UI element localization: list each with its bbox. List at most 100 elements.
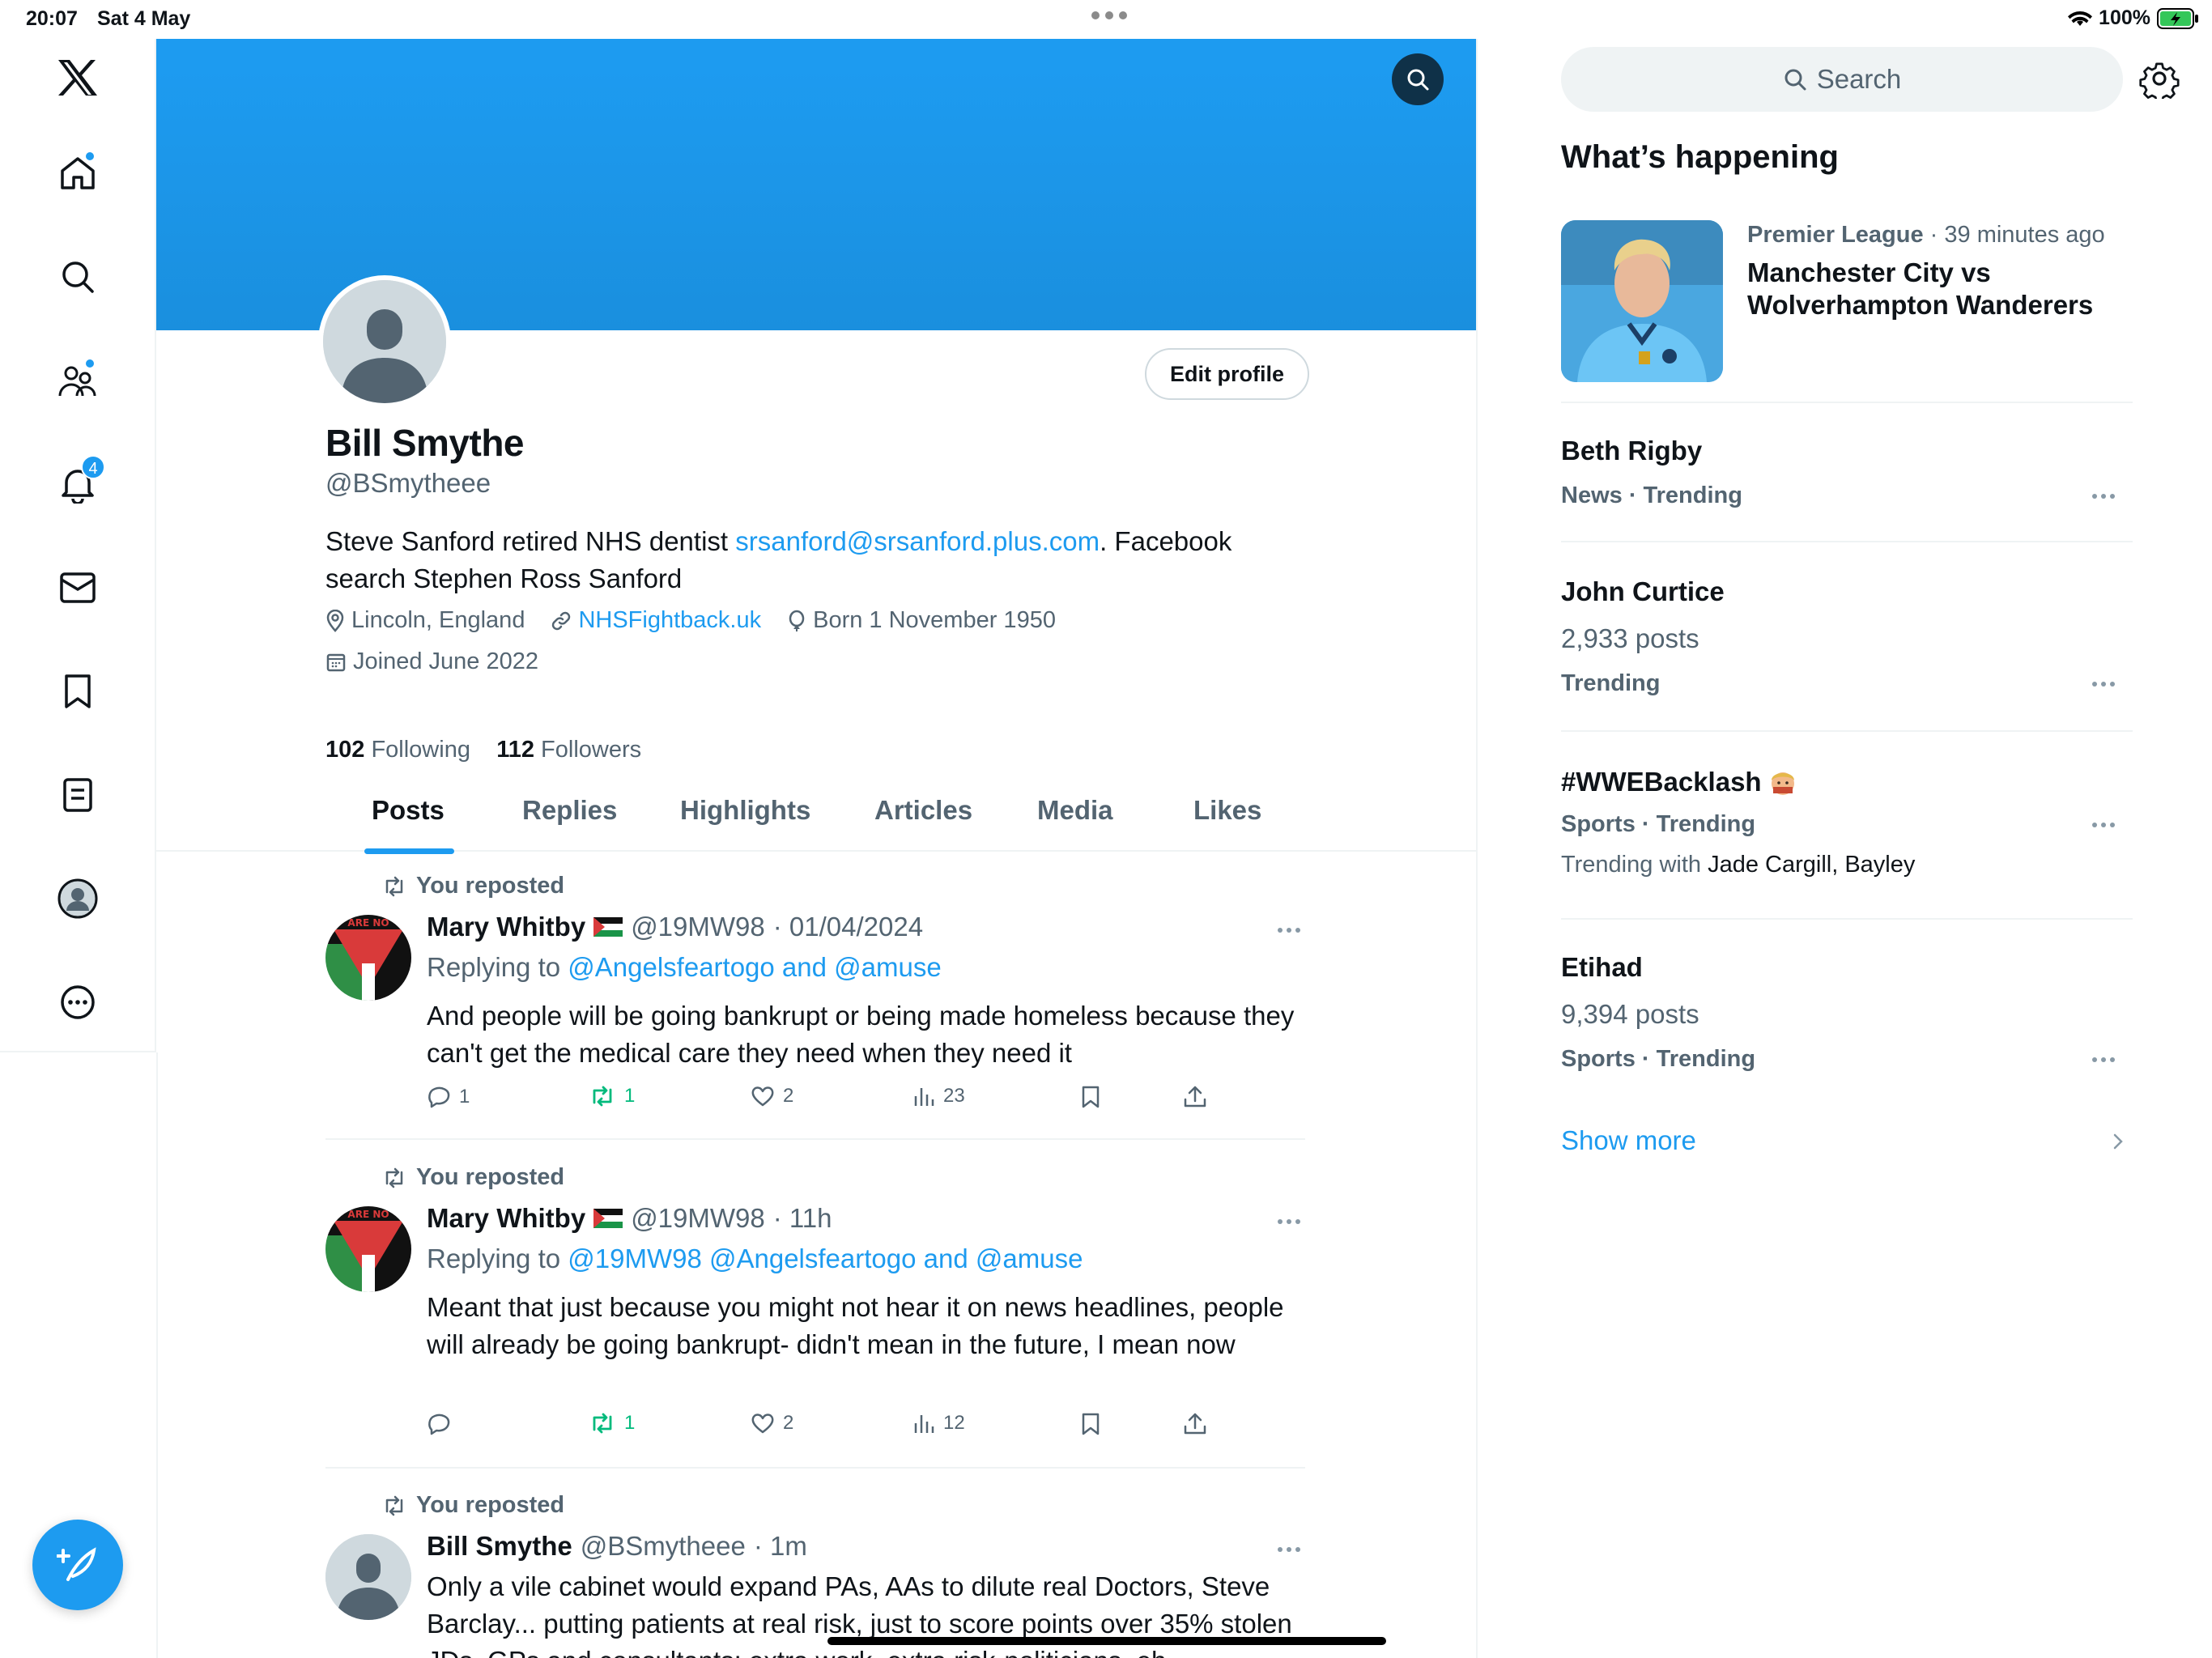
default-avatar-icon bbox=[325, 1534, 411, 1620]
bookmark-button[interactable] bbox=[1081, 1412, 1100, 1436]
trend-more-icon[interactable] bbox=[2092, 823, 2115, 827]
notifications-count-badge: 4 bbox=[81, 455, 105, 479]
trend-meta: Sports · Trending bbox=[1561, 811, 1756, 837]
nav-bookmarks[interactable] bbox=[52, 665, 104, 717]
post-author-name[interactable]: Mary Whitby bbox=[427, 912, 585, 942]
nav-profile[interactable] bbox=[52, 873, 104, 925]
settings-gear-button[interactable] bbox=[2139, 58, 2180, 99]
multitasking-dots-icon[interactable] bbox=[1091, 11, 1127, 19]
views-button[interactable]: 23 bbox=[912, 1085, 965, 1107]
football-player-photo bbox=[1561, 220, 1723, 382]
post-more-icon[interactable] bbox=[1273, 1547, 1305, 1552]
profile-meta-row: Lincoln, England NHSFightback.uk Born 1 … bbox=[325, 607, 1082, 634]
nav-messages[interactable] bbox=[52, 562, 104, 614]
post-time[interactable]: · 01/04/2024 bbox=[773, 912, 923, 942]
tab-media[interactable]: Media bbox=[1037, 795, 1113, 826]
trend-title[interactable]: John Curtice bbox=[1561, 576, 1725, 607]
default-avatar-icon bbox=[323, 280, 446, 403]
reply-button[interactable]: 1 bbox=[427, 1085, 470, 1109]
post-author-avatar[interactable]: ARE NO bbox=[325, 1206, 411, 1292]
reply-button[interactable] bbox=[427, 1412, 459, 1436]
home-indicator[interactable] bbox=[827, 1637, 1386, 1645]
trend-meta: News · Trending bbox=[1561, 483, 1742, 508]
palestine-flag-icon bbox=[593, 1209, 623, 1228]
website-link[interactable]: NHSFightback.uk bbox=[578, 607, 761, 634]
post-time[interactable]: · 11h bbox=[773, 1203, 832, 1234]
x-logo-icon[interactable] bbox=[52, 52, 104, 104]
following-link[interactable]: 102 Following bbox=[325, 737, 470, 763]
bookmark-button[interactable] bbox=[1081, 1085, 1100, 1109]
trend-divider bbox=[1561, 730, 2133, 732]
nav-home[interactable] bbox=[52, 147, 104, 199]
search-input[interactable]: Search bbox=[1561, 47, 2123, 112]
trend-feature-title-line2[interactable]: Wolverhampton Wanderers bbox=[1747, 290, 2093, 321]
tab-posts[interactable]: Posts bbox=[372, 795, 445, 826]
repost-button[interactable]: 1 bbox=[589, 1412, 635, 1435]
home-badge-dot bbox=[84, 151, 96, 162]
trend-feature-title-line1[interactable]: Manchester City vs bbox=[1747, 257, 1991, 288]
post-author-avatar[interactable]: ARE NO bbox=[325, 915, 411, 1001]
followers-link[interactable]: 112 Followers bbox=[496, 737, 641, 763]
post-2[interactable]: You reposted ARE NO Mary Whitby @19MW98 … bbox=[325, 1164, 1305, 1480]
profile-search-button[interactable] bbox=[1392, 53, 1444, 105]
views-button[interactable]: 12 bbox=[912, 1412, 965, 1435]
status-right: 100% bbox=[2068, 6, 2199, 30]
like-button[interactable]: 2 bbox=[751, 1085, 793, 1107]
trend-divider bbox=[1561, 541, 2133, 542]
feather-plus-icon bbox=[57, 1547, 96, 1581]
trend-more-icon[interactable] bbox=[2092, 1057, 2115, 1062]
trend-more-icon[interactable] bbox=[2092, 494, 2115, 499]
nav-explore[interactable] bbox=[52, 251, 104, 303]
post-author-name[interactable]: Bill Smythe bbox=[427, 1531, 572, 1562]
trend-title[interactable]: Beth Rigby bbox=[1561, 436, 1702, 466]
post-3[interactable]: You reposted Bill Smythe @BSmytheee · 1m… bbox=[325, 1492, 1305, 1658]
post-more-icon[interactable] bbox=[1273, 1219, 1305, 1224]
edit-profile-button[interactable]: Edit profile bbox=[1145, 348, 1309, 400]
nav-more[interactable] bbox=[52, 976, 104, 1028]
profile-website: NHSFightback.uk bbox=[551, 607, 761, 634]
show-more-link[interactable]: Show more bbox=[1561, 1125, 1696, 1156]
share-button[interactable] bbox=[1183, 1085, 1207, 1109]
profile-avatar-icon bbox=[57, 878, 98, 919]
post-time[interactable]: · 1m bbox=[754, 1531, 807, 1562]
post-author-name[interactable]: Mary Whitby bbox=[427, 1203, 585, 1234]
replying-to-links[interactable]: @Angelsfeartogo and @amuse bbox=[568, 952, 941, 982]
post-author-handle[interactable]: @19MW98 bbox=[631, 1203, 765, 1234]
nav-communities[interactable] bbox=[52, 355, 104, 406]
post-1[interactable]: You reposted ARE NO Mary Whitby @19MW98 … bbox=[325, 873, 1305, 1132]
left-nav: 4 bbox=[0, 39, 156, 1052]
profile-avatar[interactable] bbox=[318, 275, 451, 408]
post-divider bbox=[325, 1467, 1305, 1469]
tab-likes[interactable]: Likes bbox=[1193, 795, 1261, 826]
post-author-handle[interactable]: @19MW98 bbox=[631, 912, 765, 942]
search-icon bbox=[1407, 69, 1429, 91]
compose-post-button[interactable] bbox=[32, 1520, 123, 1610]
post-more-icon[interactable] bbox=[1273, 928, 1305, 933]
palestine-avatar-image: ARE NO bbox=[325, 915, 411, 1001]
post-text: And people will be going bankrupt or bei… bbox=[427, 1001, 1295, 1068]
trend-more-icon[interactable] bbox=[2092, 682, 2115, 687]
replying-to-links[interactable]: @19MW98 @Angelsfeartogo and @amuse bbox=[568, 1244, 1083, 1273]
repost-icon bbox=[385, 876, 403, 896]
battery-percent: 100% bbox=[2099, 6, 2150, 29]
tab-highlights[interactable]: Highlights bbox=[680, 795, 810, 826]
trend-title-row[interactable]: #WWEBacklash bbox=[1561, 766, 1799, 798]
like-button[interactable]: 2 bbox=[751, 1412, 793, 1435]
tab-articles[interactable]: Articles bbox=[874, 795, 972, 826]
bookmark-icon bbox=[65, 674, 91, 708]
trend-title[interactable]: Etihad bbox=[1561, 952, 1643, 983]
post-author-handle[interactable]: @BSmytheee bbox=[581, 1531, 746, 1562]
tab-replies[interactable]: Replies bbox=[522, 795, 617, 826]
share-button[interactable] bbox=[1183, 1412, 1207, 1436]
views-bars-icon bbox=[914, 1088, 934, 1106]
trend-feature-image[interactable] bbox=[1561, 220, 1723, 382]
communities-badge-dot bbox=[84, 358, 96, 369]
link-icon bbox=[552, 611, 571, 630]
post-text: Meant that just because you might not he… bbox=[427, 1292, 1284, 1359]
bio-email-link[interactable]: srsanford@srsanford.plus.com bbox=[735, 526, 1100, 556]
nav-lists[interactable] bbox=[52, 769, 104, 821]
nav-notifications[interactable]: 4 bbox=[52, 455, 105, 510]
profile-bio: Steve Sanford retired NHS dentist srsanf… bbox=[325, 523, 1313, 597]
post-author-avatar[interactable] bbox=[325, 1534, 411, 1620]
repost-button[interactable]: 1 bbox=[589, 1085, 635, 1107]
